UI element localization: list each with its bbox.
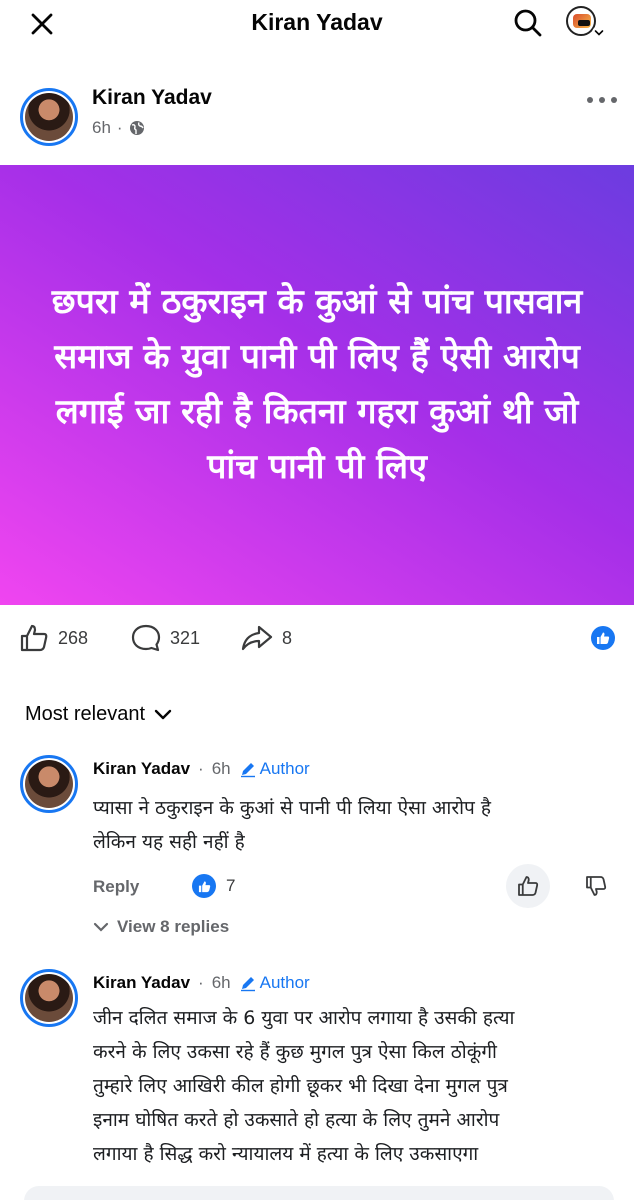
comment-text: प्यासा ने ठकुराइन के कुआं से पानी पी लिय… (93, 797, 491, 853)
globe-icon (129, 121, 144, 135)
pencil-icon (240, 763, 255, 778)
comment-dislike-button[interactable] (578, 868, 614, 904)
post-text: छपरा में ठकुराइन के कुआं से पांच पासवान … (51, 282, 583, 487)
author-badge: Author (239, 973, 310, 993)
comment-count: 321 (170, 627, 201, 648)
pencil-icon (240, 977, 255, 992)
thumbs-up-icon (20, 624, 48, 652)
reaction-bar: 268 321 8 (0, 615, 634, 663)
comment-author-name[interactable]: Kiran Yadav (93, 759, 190, 779)
profile-menu-button[interactable] (566, 6, 606, 42)
comment-time: 6h (211, 759, 231, 778)
share-icon (241, 625, 273, 651)
comment-input-bar[interactable] (24, 1186, 614, 1200)
top-bar: Kiran Yadav (0, 0, 634, 48)
share-count: 8 (282, 627, 293, 648)
thumbs-up-icon (518, 876, 539, 896)
like-reaction-badge[interactable] (591, 626, 615, 650)
post-header: Kiran Yadav 6h · (0, 80, 634, 150)
comment-item: Kiran Yadav · 6h Author जीन दलित समाज के… (0, 969, 634, 1184)
sort-label: Most relevant (25, 703, 146, 725)
like-icon (192, 874, 216, 898)
author-badge-label: Author (259, 973, 310, 992)
comment-icon (131, 624, 161, 652)
post-meta: 6h · (92, 118, 145, 138)
chevron-down-icon (93, 922, 109, 932)
share-button[interactable]: 8 (240, 621, 292, 655)
author-avatar[interactable] (20, 88, 78, 146)
reply-button[interactable]: Reply (93, 877, 139, 897)
comment-header: Kiran Yadav · 6h Author (93, 759, 310, 779)
comment-sort-dropdown[interactable]: Most relevant (25, 703, 173, 726)
like-button[interactable]: 268 (18, 621, 88, 655)
post-time[interactable]: 6h (92, 118, 111, 138)
comment-text: जीन दलित समाज के 6 युवा पर आरोप लगाया है… (93, 1007, 515, 1165)
comment-author-name[interactable]: Kiran Yadav (93, 973, 190, 993)
author-badge: Author (239, 759, 310, 779)
comment-avatar[interactable] (20, 969, 78, 1027)
author-badge-label: Author (259, 759, 310, 778)
thumbs-down-icon (586, 876, 607, 896)
comment-reaction-count[interactable]: 7 (192, 874, 235, 898)
comment-like-button[interactable] (506, 864, 550, 908)
post-background-card: छपरा में ठकुराइन के कुआं से पांच पासवान … (0, 165, 634, 605)
comment-header: Kiran Yadav · 6h Author (93, 973, 310, 993)
like-count: 268 (58, 627, 89, 648)
more-icon (587, 97, 617, 103)
comment-avatar[interactable] (20, 755, 78, 813)
like-icon (597, 632, 610, 644)
comment-button[interactable]: 321 (130, 621, 200, 655)
post-author-name[interactable]: Kiran Yadav (92, 86, 212, 110)
search-button[interactable] (510, 5, 546, 41)
more-options-button[interactable] (584, 90, 620, 110)
comment-item: Kiran Yadav · 6h Author प्यासा ने ठकुराइ… (0, 755, 634, 945)
search-icon (514, 9, 542, 37)
chevron-down-icon (154, 709, 172, 719)
view-replies-link[interactable]: View 8 replies (93, 917, 229, 937)
chevron-down-icon (592, 26, 606, 40)
comment-time: 6h (211, 973, 231, 992)
